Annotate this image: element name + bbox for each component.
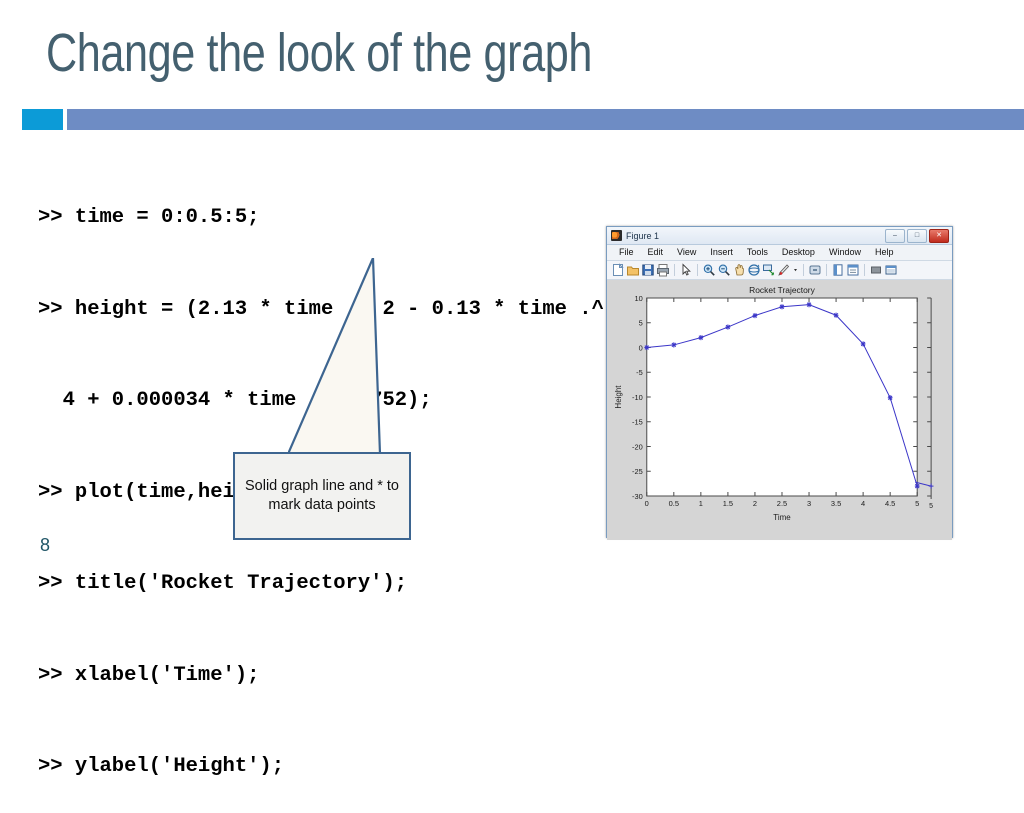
svg-text:0.5: 0.5 bbox=[669, 499, 679, 508]
svg-text:4: 4 bbox=[861, 499, 865, 508]
svg-text:0: 0 bbox=[639, 343, 643, 352]
figure-palette-icon[interactable] bbox=[831, 263, 845, 277]
print-figure-icon[interactable] bbox=[656, 263, 670, 277]
menu-item-edit[interactable]: Edit bbox=[641, 245, 671, 260]
svg-text:10: 10 bbox=[635, 294, 643, 303]
figure-titlebar[interactable]: Figure 1 – □ ✕ bbox=[607, 227, 952, 245]
svg-text:-10: -10 bbox=[632, 393, 643, 402]
menu-item-help[interactable]: Help bbox=[868, 245, 901, 260]
menu-item-desktop[interactable]: Desktop bbox=[775, 245, 822, 260]
code-line-5: >> title('Rocket Trajectory'); bbox=[38, 572, 408, 595]
svg-text:3.5: 3.5 bbox=[831, 499, 841, 508]
matlab-icon bbox=[611, 230, 622, 241]
window-buttons: – □ ✕ bbox=[885, 228, 949, 243]
svg-text:4.5: 4.5 bbox=[885, 499, 895, 508]
maximize-button[interactable]: □ bbox=[907, 228, 927, 243]
new-figure-icon[interactable] bbox=[611, 263, 625, 277]
menu-item-view[interactable]: View bbox=[670, 245, 703, 260]
code-line-3: 4 + 0.000034 * time .^ 4.752); bbox=[38, 389, 432, 412]
zoom-in-icon[interactable] bbox=[702, 263, 716, 277]
toolbar-separator bbox=[826, 264, 827, 276]
svg-text:Rocket Trajectory: Rocket Trajectory bbox=[749, 285, 815, 295]
svg-text:3: 3 bbox=[807, 499, 811, 508]
figure-window-title: Figure 1 bbox=[626, 230, 660, 241]
menu-item-tools[interactable]: Tools bbox=[740, 245, 775, 260]
plot-canvas[interactable]: Rocket Trajectory 0 0.5 1 1.5 2 2.5 3 3.5 4 4.5 5 10… bbox=[607, 280, 952, 540]
callout-text: Solid graph line and * to mark data poin… bbox=[245, 478, 399, 513]
page-title: Change the look of the graph bbox=[46, 23, 593, 83]
code-line-6: >> xlabel('Time'); bbox=[38, 663, 260, 687]
svg-text:5: 5 bbox=[915, 499, 919, 508]
svg-text:2.5: 2.5 bbox=[777, 499, 787, 508]
svg-text:0: 0 bbox=[645, 499, 649, 508]
open-file-icon[interactable] bbox=[626, 263, 640, 277]
svg-text:-15: -15 bbox=[632, 418, 643, 427]
pan-icon[interactable] bbox=[732, 263, 746, 277]
accent-square bbox=[22, 109, 63, 130]
data-cursor-icon[interactable] bbox=[762, 263, 776, 277]
menu-item-file[interactable]: File bbox=[612, 245, 641, 260]
minimize-button[interactable]: – bbox=[885, 228, 905, 243]
code-line-1: >> time = 0:0.5:5; bbox=[38, 206, 260, 229]
hide-plot-tools-icon[interactable] bbox=[869, 263, 883, 277]
edit-plot-pointer-icon[interactable] bbox=[679, 263, 693, 277]
brush-icon[interactable] bbox=[777, 263, 791, 277]
show-plot-tools-icon[interactable] bbox=[884, 263, 898, 277]
svg-text:-30: -30 bbox=[632, 492, 643, 501]
toolbar-separator bbox=[674, 264, 675, 276]
svg-text:5: 5 bbox=[929, 503, 933, 510]
accent-bar bbox=[67, 109, 1024, 130]
svg-text:1.5: 1.5 bbox=[723, 499, 733, 508]
code-line-2: >> height = (2.13 * time .^ 2 - 0.13 * t… bbox=[38, 297, 604, 321]
figure-menubar[interactable]: File Edit View Insert Tools Desktop Wind… bbox=[607, 245, 952, 261]
svg-text:2: 2 bbox=[753, 499, 757, 508]
toolbar-separator bbox=[864, 264, 865, 276]
svg-text:1: 1 bbox=[699, 499, 703, 508]
close-button[interactable]: ✕ bbox=[929, 228, 949, 243]
toolbar-separator bbox=[803, 264, 804, 276]
plot-browser-icon[interactable] bbox=[846, 263, 860, 277]
svg-text:-25: -25 bbox=[632, 467, 643, 476]
svg-text:5: 5 bbox=[639, 319, 643, 328]
svg-text:Height: Height bbox=[614, 385, 623, 409]
menu-item-window[interactable]: Window bbox=[822, 245, 868, 260]
brush-dropdown-icon[interactable] bbox=[792, 263, 799, 277]
matlab-figure-window[interactable]: Figure 1 – □ ✕ File Edit View Insert Too… bbox=[606, 226, 953, 540]
rotate-3d-icon[interactable] bbox=[747, 263, 761, 277]
svg-text:Time: Time bbox=[773, 513, 791, 522]
menu-item-insert[interactable]: Insert bbox=[703, 245, 740, 260]
figure-toolbar[interactable] bbox=[607, 261, 952, 280]
svg-text:-20: -20 bbox=[632, 442, 643, 451]
code-line-7: >> ylabel('Height'); bbox=[38, 755, 285, 778]
callout-box: Solid graph line and * to mark data poin… bbox=[233, 452, 411, 540]
zoom-out-icon[interactable] bbox=[717, 263, 731, 277]
page-number: 8 bbox=[40, 535, 51, 555]
save-figure-icon[interactable] bbox=[641, 263, 655, 277]
link-plot-icon[interactable] bbox=[808, 263, 822, 277]
toolbar-separator bbox=[697, 264, 698, 276]
rocket-trajectory-chart: Rocket Trajectory 0 0.5 1 1.5 2 2.5 3 3.5 4 4.5 5 10… bbox=[607, 280, 952, 540]
svg-text:-5: -5 bbox=[636, 368, 643, 377]
